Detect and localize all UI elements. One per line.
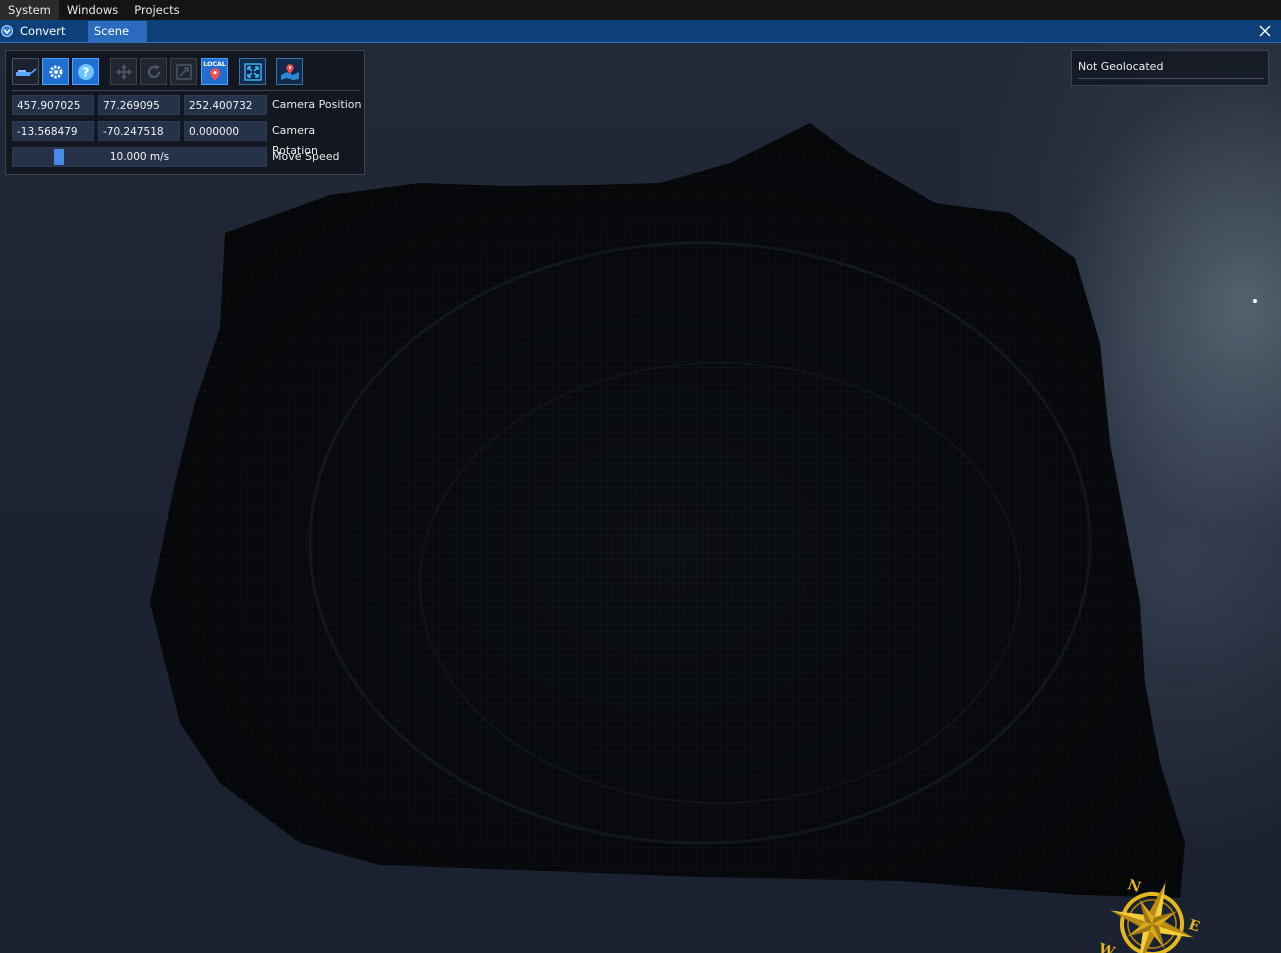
rotate-tool-button[interactable] — [140, 58, 167, 85]
fit-to-screen-icon — [243, 62, 262, 81]
map-location-icon — [280, 63, 299, 80]
move-speed-slider[interactable]: 10.000 m/s — [12, 147, 267, 167]
panel-divider — [12, 90, 360, 91]
camera-position-x-field[interactable]: 457.907025 — [12, 95, 94, 115]
settings-button[interactable] — [42, 58, 69, 85]
point-cloud — [150, 123, 1257, 898]
menu-system[interactable]: System — [0, 0, 59, 20]
move-speed-value: 10.000 m/s — [109, 151, 170, 163]
svg-text:?: ? — [82, 65, 89, 79]
scale-tool-button[interactable] — [170, 58, 197, 85]
compass-n: N — [1125, 877, 1142, 896]
menu-projects[interactable]: Projects — [126, 0, 187, 20]
laser-pointer-icon — [15, 67, 36, 76]
tab-convert[interactable]: Convert — [14, 21, 86, 42]
compass-rose-icon: N E S W — [1096, 877, 1202, 953]
menu-windows[interactable]: Windows — [59, 0, 126, 20]
zoom-extents-button[interactable] — [239, 58, 266, 85]
move-speed-label: Move Speed — [272, 150, 340, 163]
compass-e: E — [1186, 917, 1201, 936]
map-pin-icon — [209, 68, 220, 81]
tab-list-dropdown-icon[interactable] — [0, 22, 14, 40]
geolocation-status: Not Geolocated — [1078, 60, 1164, 73]
camera-control-panel: ? LOCAL 457.907025 77.269095 252.400732 … — [5, 50, 365, 175]
menu-bar: System Windows Projects — [0, 0, 1281, 20]
help-button[interactable]: ? — [72, 58, 99, 85]
tab-bar: Convert Scene — [0, 20, 1281, 43]
move-tool-button[interactable] — [110, 58, 137, 85]
camera-position-y-field[interactable]: 77.269095 — [98, 95, 180, 115]
rotate-icon — [147, 64, 160, 78]
geolocation-panel: Not Geolocated — [1071, 50, 1269, 86]
tab-scene[interactable]: Scene — [88, 21, 147, 42]
camera-position-z-field[interactable]: 252.400732 — [184, 95, 267, 115]
local-coordinates-button[interactable]: LOCAL — [201, 58, 228, 85]
laser-pointer-tool-button[interactable] — [12, 58, 39, 85]
scene-viewport[interactable]: N E S W — [0, 43, 1281, 953]
compass-w: W — [1096, 940, 1117, 953]
map-view-button[interactable] — [276, 58, 303, 85]
geolocation-underline — [1078, 78, 1264, 79]
move-arrows-icon — [115, 63, 132, 80]
camera-rotation-z-field[interactable]: 0.000000 — [184, 121, 267, 141]
camera-position-label: Camera Position — [272, 98, 362, 111]
camera-rotation-y-field[interactable]: -70.247518 — [98, 121, 180, 141]
gear-icon — [49, 65, 62, 78]
help-icon: ? — [77, 63, 94, 80]
local-mode-badge: LOCAL — [203, 60, 226, 68]
close-icon[interactable] — [1255, 21, 1275, 41]
scale-icon — [175, 63, 192, 80]
camera-rotation-x-field[interactable]: -13.568479 — [12, 121, 94, 141]
